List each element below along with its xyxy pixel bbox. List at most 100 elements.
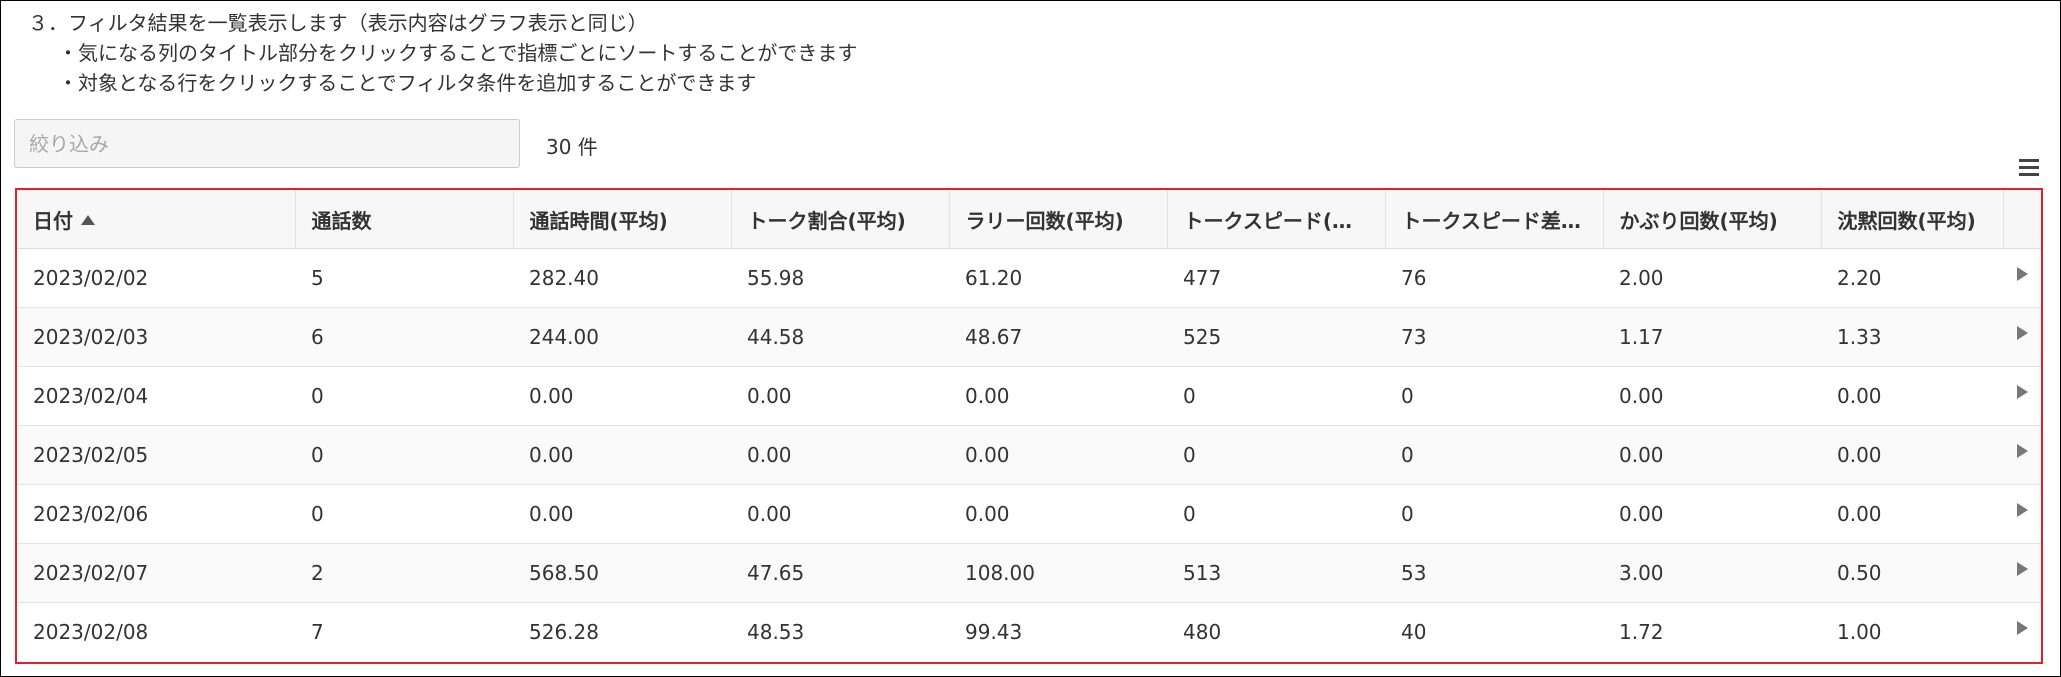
cell-talk-speed: 0 [1167, 425, 1385, 485]
row-action[interactable] [2003, 366, 2041, 426]
cell-call-duration: 0.00 [513, 366, 731, 426]
cell-talk-speed: 480 [1167, 602, 1385, 661]
instructions-sort-note: ・気になる列のタイトル部分をクリックすることで指標ごとにソートすることができます [58, 41, 858, 65]
cell-talk-speed: 513 [1167, 543, 1385, 603]
column-header-talk-speed-diff[interactable]: トークスピード差… [1385, 190, 1604, 249]
cell-call-duration: 0.00 [513, 425, 731, 485]
cell-calls: 2 [295, 543, 513, 603]
cell-silence-count: 0.00 [1821, 425, 2003, 485]
table-row[interactable]: 2023/02/08 7 526.28 48.53 99.43 480 40 1… [17, 602, 2041, 661]
play-arrow-icon [2016, 267, 2028, 281]
cell-date: 2023/02/05 [17, 425, 295, 485]
cell-talk-speed-diff: 53 [1385, 543, 1603, 603]
play-arrow-icon [2016, 621, 2028, 635]
cell-overlap-count: 0.00 [1603, 425, 1821, 485]
cell-rally-count: 61.20 [949, 248, 1167, 308]
row-action[interactable] [2003, 543, 2041, 603]
row-action[interactable] [2003, 307, 2041, 367]
cell-silence-count: 1.00 [1821, 602, 2003, 661]
cell-rally-count: 0.00 [949, 484, 1167, 544]
cell-call-duration: 244.00 [513, 307, 731, 367]
table-row[interactable]: 2023/02/04 0 0.00 0.00 0.00 0 0 0.00 0.0… [17, 366, 2041, 426]
column-header-calls[interactable]: 通話数 [295, 190, 514, 249]
cell-talk-ratio: 44.58 [731, 307, 949, 367]
cell-talk-speed: 477 [1167, 248, 1385, 308]
table-row[interactable]: 2023/02/06 0 0.00 0.00 0.00 0 0 0.00 0.0… [17, 484, 2041, 544]
cell-calls: 5 [295, 248, 513, 308]
column-header-rally-count[interactable]: ラリー回数(平均) [949, 190, 1168, 249]
cell-date: 2023/02/07 [17, 543, 295, 603]
column-header-silence-count[interactable]: 沈黙回数(平均) [1821, 190, 2004, 249]
results-table-container: 日付 通話数 通話時間(平均) トーク割合(平均) ラリー回数(平均) トークス… [15, 188, 2043, 664]
cell-call-duration: 0.00 [513, 484, 731, 544]
instructions-filter-note: ・対象となる行をクリックすることでフィルタ条件を追加することができます [58, 71, 757, 95]
cell-calls: 6 [295, 307, 513, 367]
play-arrow-icon [2016, 562, 2028, 576]
cell-talk-speed-diff: 40 [1385, 602, 1603, 661]
column-header-label: 日付 [33, 208, 73, 233]
column-header-date[interactable]: 日付 [17, 190, 296, 249]
play-arrow-icon [2016, 503, 2028, 517]
row-action[interactable] [2003, 602, 2041, 661]
play-arrow-icon [2016, 444, 2028, 458]
table-header-row: 日付 通話数 通話時間(平均) トーク割合(平均) ラリー回数(平均) トークス… [17, 190, 2041, 249]
cell-calls: 7 [295, 602, 513, 661]
cell-overlap-count: 1.17 [1603, 307, 1821, 367]
cell-talk-ratio: 0.00 [731, 425, 949, 485]
cell-overlap-count: 3.00 [1603, 543, 1821, 603]
cell-calls: 0 [295, 366, 513, 426]
column-header-talk-ratio[interactable]: トーク割合(平均) [731, 190, 950, 249]
cell-talk-ratio: 55.98 [731, 248, 949, 308]
play-arrow-icon [2016, 385, 2028, 399]
cell-talk-speed-diff: 0 [1385, 484, 1603, 544]
cell-date: 2023/02/08 [17, 602, 295, 661]
cell-rally-count: 0.00 [949, 425, 1167, 485]
cell-talk-ratio: 47.65 [731, 543, 949, 603]
cell-call-duration: 282.40 [513, 248, 731, 308]
sort-ascending-icon [81, 215, 95, 225]
cell-silence-count: 0.50 [1821, 543, 2003, 603]
cell-talk-ratio: 0.00 [731, 484, 949, 544]
column-header-spacer [2003, 190, 2041, 249]
row-action[interactable] [2003, 248, 2041, 308]
cell-overlap-count: 2.00 [1603, 248, 1821, 308]
cell-silence-count: 2.20 [1821, 248, 2003, 308]
cell-overlap-count: 0.00 [1603, 366, 1821, 426]
play-arrow-icon [2016, 326, 2028, 340]
row-action[interactable] [2003, 484, 2041, 544]
row-action[interactable] [2003, 425, 2041, 485]
cell-talk-ratio: 0.00 [731, 366, 949, 426]
cell-rally-count: 108.00 [949, 543, 1167, 603]
filter-search-input[interactable] [14, 119, 520, 168]
cell-talk-speed: 0 [1167, 484, 1385, 544]
cell-date: 2023/02/03 [17, 307, 295, 367]
column-header-talk-speed[interactable]: トークスピード(… [1167, 190, 1386, 249]
cell-date: 2023/02/06 [17, 484, 295, 544]
cell-call-duration: 526.28 [513, 602, 731, 661]
cell-talk-speed-diff: 0 [1385, 425, 1603, 485]
cell-date: 2023/02/04 [17, 366, 295, 426]
cell-talk-speed: 0 [1167, 366, 1385, 426]
table-row[interactable]: 2023/02/05 0 0.00 0.00 0.00 0 0 0.00 0.0… [17, 425, 2041, 485]
cell-overlap-count: 0.00 [1603, 484, 1821, 544]
cell-overlap-count: 1.72 [1603, 602, 1821, 661]
result-count: 30 件 [546, 135, 598, 159]
column-header-overlap-count[interactable]: かぶり回数(平均) [1603, 190, 1822, 249]
cell-rally-count: 99.43 [949, 602, 1167, 661]
instructions-text: ３．フィルタ結果を一覧表示します（表示内容はグラフ表示と同じ） ・気になる列のタ… [28, 8, 857, 98]
cell-silence-count: 1.33 [1821, 307, 2003, 367]
table-row[interactable]: 2023/02/07 2 568.50 47.65 108.00 513 53 … [17, 543, 2041, 603]
instructions-heading: ３．フィルタ結果を一覧表示します（表示内容はグラフ表示と同じ） [28, 11, 648, 35]
cell-rally-count: 48.67 [949, 307, 1167, 367]
cell-calls: 0 [295, 425, 513, 485]
table-row[interactable]: 2023/02/02 5 282.40 55.98 61.20 477 76 2… [17, 248, 2041, 308]
table-row[interactable]: 2023/02/03 6 244.00 44.58 48.67 525 73 1… [17, 307, 2041, 367]
column-header-call-duration[interactable]: 通話時間(平均) [513, 190, 732, 249]
cell-date: 2023/02/02 [17, 248, 295, 308]
cell-rally-count: 0.00 [949, 366, 1167, 426]
cell-silence-count: 0.00 [1821, 484, 2003, 544]
cell-talk-ratio: 48.53 [731, 602, 949, 661]
hamburger-menu-icon[interactable] [2019, 159, 2039, 177]
results-table: 日付 通話数 通話時間(平均) トーク割合(平均) ラリー回数(平均) トークス… [17, 190, 2041, 661]
cell-talk-speed: 525 [1167, 307, 1385, 367]
